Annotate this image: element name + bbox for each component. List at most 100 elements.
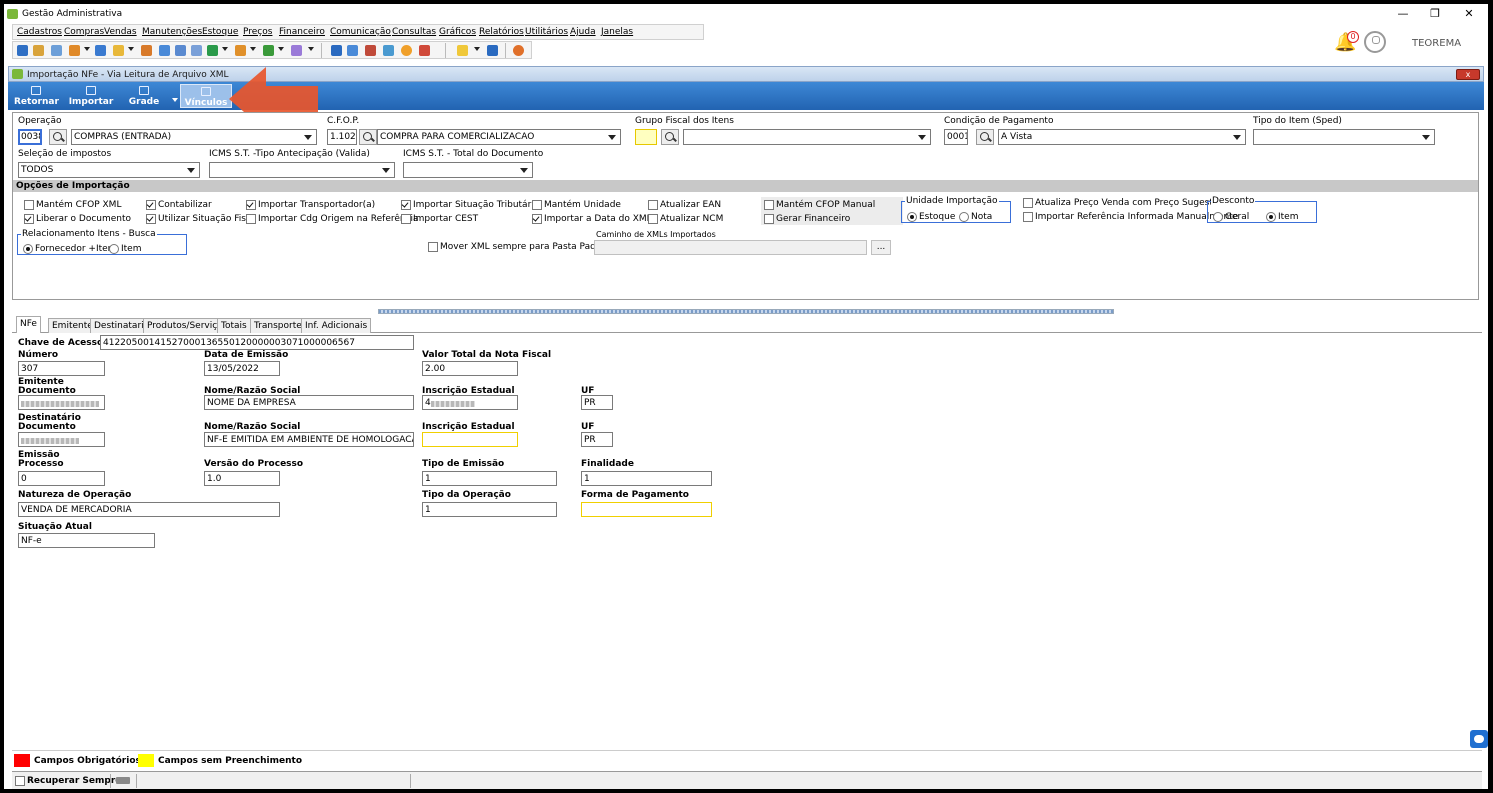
chevron-down-icon[interactable] bbox=[222, 47, 228, 51]
tipo-operacao-input[interactable]: 1 bbox=[422, 502, 557, 517]
operacao-select[interactable]: COMPRAS (ENTRADA) bbox=[71, 129, 317, 145]
panel-splitter[interactable] bbox=[378, 309, 1114, 314]
importar-cest-checkbox[interactable]: Importar CEST bbox=[401, 214, 478, 224]
operacao-code-input[interactable]: 0038 bbox=[18, 129, 42, 145]
browse-button[interactable]: ... bbox=[871, 240, 891, 255]
importar-button[interactable]: Importar bbox=[68, 86, 114, 107]
grupo-fiscal-code-input[interactable] bbox=[635, 129, 657, 145]
mantem-unidade-checkbox[interactable]: Mantém Unidade bbox=[532, 200, 621, 210]
menu-financeiro[interactable]: Financeiro bbox=[279, 27, 325, 37]
box-icon[interactable] bbox=[235, 45, 246, 56]
chave-input[interactable]: 4122050014152700013655012000000307100000… bbox=[100, 335, 414, 350]
printer-icon[interactable] bbox=[401, 45, 412, 56]
emit-uf-input[interactable]: PR bbox=[581, 395, 613, 410]
menu-relatorios[interactable]: Relatórios bbox=[479, 27, 524, 37]
vinculos-button[interactable]: Vínculos bbox=[180, 84, 232, 108]
tab-totais[interactable]: Totais bbox=[217, 318, 251, 333]
grade-button[interactable]: Grade bbox=[126, 86, 162, 107]
calendar-icon[interactable] bbox=[365, 45, 376, 56]
report-icon[interactable] bbox=[419, 45, 430, 56]
mover-xml-checkbox[interactable]: Mover XML sempre para Pasta Padrão bbox=[428, 242, 611, 252]
mantem-cfop-xml-checkbox[interactable]: Mantém CFOP XML bbox=[24, 200, 121, 210]
emit-documento-input[interactable] bbox=[18, 395, 105, 410]
spreadsheet-icon[interactable] bbox=[383, 45, 394, 56]
chevron-down-icon[interactable] bbox=[172, 98, 178, 102]
importar-situacao-trib-checkbox[interactable]: Importar Situação Tributária bbox=[401, 200, 539, 210]
liberar-documento-checkbox[interactable]: Liberar o Documento bbox=[24, 214, 131, 224]
forma-pagamento-input[interactable] bbox=[581, 502, 712, 517]
remote-support-icon[interactable] bbox=[1470, 730, 1488, 748]
tab-transporte[interactable]: Transporte bbox=[250, 318, 306, 333]
geral-radio[interactable]: Geral bbox=[1213, 212, 1249, 222]
chart-icon[interactable] bbox=[69, 45, 80, 56]
scale-icon[interactable] bbox=[291, 45, 302, 56]
dest-nome-input[interactable]: NF-E EMITIDA EM AMBIENTE DE HOMOLOGACAO … bbox=[204, 432, 414, 447]
natureza-input[interactable]: VENDA DE MERCADORIA bbox=[18, 502, 280, 517]
users-icon[interactable] bbox=[33, 45, 44, 56]
power-icon[interactable] bbox=[513, 45, 524, 56]
tab-inf-adicionais[interactable]: Inf. Adicionais bbox=[301, 318, 372, 333]
nota-radio[interactable]: Nota bbox=[959, 212, 992, 222]
importar-cdg-origem-checkbox[interactable]: Importar Cdg Origem na Referência bbox=[246, 214, 419, 224]
selecao-impostos-select[interactable]: TODOS bbox=[18, 162, 200, 178]
chevron-down-icon[interactable] bbox=[250, 47, 256, 51]
importar-data-xml-checkbox[interactable]: Importar a Data do XML bbox=[532, 214, 652, 224]
star-folder-icon[interactable] bbox=[113, 45, 124, 56]
menu-consultas[interactable]: Consultas bbox=[392, 27, 436, 37]
card-icon[interactable] bbox=[51, 45, 62, 56]
versao-input[interactable]: 1.0 bbox=[204, 471, 280, 486]
atualiza-preco-checkbox[interactable]: Atualiza Preço Venda com Preço Sugestão bbox=[1023, 198, 1224, 208]
condicao-select[interactable]: A Vista bbox=[998, 129, 1246, 145]
minimize-button[interactable]: — bbox=[1388, 6, 1418, 22]
menu-janelas[interactable]: Janelas bbox=[601, 27, 633, 37]
numero-input[interactable]: 307 bbox=[18, 361, 105, 376]
grupo-fiscal-select[interactable] bbox=[683, 129, 931, 145]
atualizar-ncm-checkbox[interactable]: Atualizar NCM bbox=[648, 214, 723, 224]
emit-nome-input[interactable]: NOME DA EMPRESA bbox=[204, 395, 414, 410]
chevron-down-icon[interactable] bbox=[84, 47, 90, 51]
cfop-select[interactable]: COMPRA PARA COMERCIALIZACAO bbox=[377, 129, 621, 145]
restore-button[interactable]: ❐ bbox=[1420, 6, 1450, 22]
cfop-code-input[interactable]: 1.102 bbox=[327, 129, 357, 145]
processo-input[interactable]: 0 bbox=[18, 471, 105, 486]
menu-manutencoes[interactable]: Manutenções bbox=[142, 27, 202, 37]
list-icon[interactable] bbox=[191, 45, 202, 56]
user-avatar[interactable] bbox=[1364, 31, 1386, 53]
dest-documento-input[interactable] bbox=[18, 432, 105, 447]
condicao-code-input[interactable]: 0001 bbox=[944, 129, 968, 145]
mantem-cfop-manual-checkbox[interactable]: Mantém CFOP Manual bbox=[764, 200, 875, 210]
emit-ie-input[interactable]: 4 bbox=[422, 395, 518, 410]
recuperar-sempre-checkbox[interactable]: Recuperar Sempre bbox=[15, 776, 121, 786]
retornar-button[interactable]: Retornar bbox=[14, 86, 59, 107]
icms-total-select[interactable] bbox=[403, 162, 533, 178]
folder-icon[interactable] bbox=[17, 45, 28, 56]
utilizar-situacao-checkbox[interactable]: Utilizar Situação Fisca bbox=[146, 214, 256, 224]
contabilizar-checkbox[interactable]: Contabilizar bbox=[146, 200, 212, 210]
close-child-button[interactable]: x bbox=[1456, 69, 1480, 80]
atualizar-ean-checkbox[interactable]: Atualizar EAN bbox=[648, 200, 721, 210]
invoice-icon[interactable] bbox=[159, 45, 170, 56]
search-icon[interactable] bbox=[661, 129, 679, 145]
chevron-down-icon[interactable] bbox=[128, 47, 134, 51]
window-icon[interactable] bbox=[487, 45, 498, 56]
data-emissao-input[interactable]: 13/05/2022 bbox=[204, 361, 280, 376]
menu-graficos[interactable]: Gráficos bbox=[439, 27, 476, 37]
icms-antecipacao-select[interactable] bbox=[209, 162, 395, 178]
menu-ajuda[interactable]: Ajuda bbox=[570, 27, 596, 37]
estoque-radio[interactable]: Estoque bbox=[907, 212, 955, 222]
cart-icon[interactable] bbox=[207, 45, 218, 56]
keyboard-icon[interactable] bbox=[116, 777, 130, 784]
finalidade-input[interactable]: 1 bbox=[581, 471, 712, 486]
table-icon[interactable] bbox=[347, 45, 358, 56]
search-icon[interactable] bbox=[976, 129, 994, 145]
dest-ie-input[interactable] bbox=[422, 432, 518, 447]
dest-uf-input[interactable]: PR bbox=[581, 432, 613, 447]
fornecedor-item-radio[interactable]: Fornecedor +Item bbox=[23, 244, 116, 254]
menu-cadastros[interactable]: Cadastros bbox=[17, 27, 62, 37]
menu-compras[interactable]: Compras bbox=[64, 27, 104, 37]
document-icon[interactable] bbox=[95, 45, 106, 56]
menu-vendas[interactable]: Vendas bbox=[104, 27, 137, 37]
chevron-down-icon[interactable] bbox=[474, 47, 480, 51]
menu-utilitarios[interactable]: Utilitários bbox=[525, 27, 568, 37]
close-window-button[interactable]: ✕ bbox=[1454, 6, 1484, 22]
